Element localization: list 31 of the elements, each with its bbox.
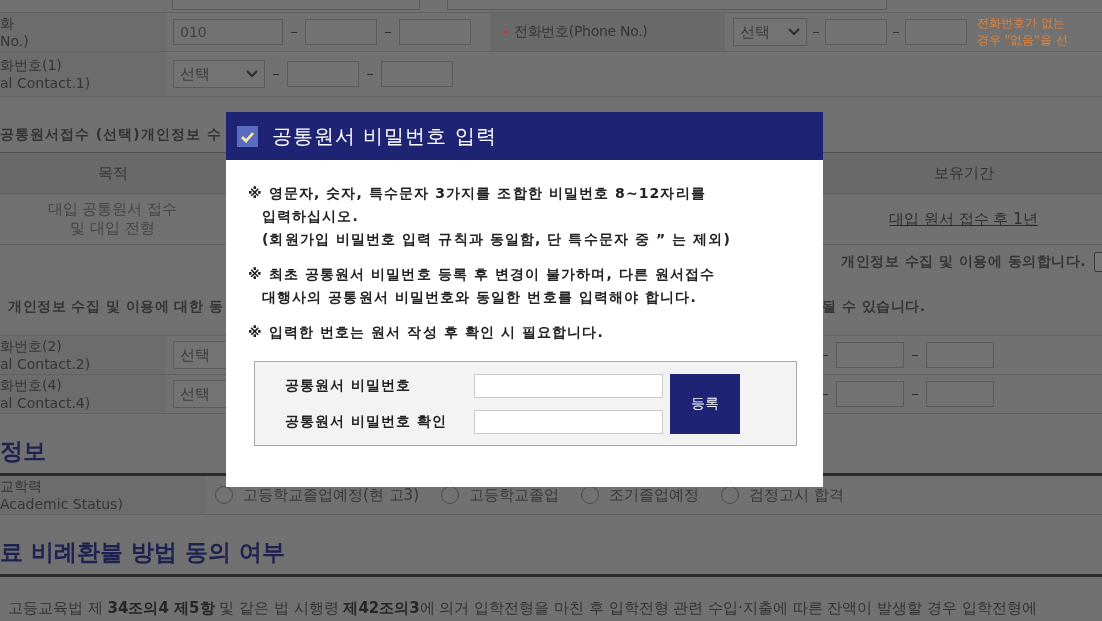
- dash-mark: [813, 31, 819, 33]
- dash-mark: [291, 31, 297, 33]
- instruction-text: ※ 입력한 번호는 원서 작성 후 확인 시 필요합니다.: [248, 323, 605, 342]
- section-heading: 료 비례환불 방법 동의 여부: [0, 515, 1102, 577]
- dash-mark: [912, 393, 918, 395]
- field-label: 공통원서 비밀번호: [285, 376, 412, 395]
- dash-mark: [273, 73, 279, 75]
- hint-text: 전화번호가 없는 경우 "없음"을 선: [977, 15, 1068, 49]
- radio-button[interactable]: [215, 486, 233, 504]
- dash-mark: [367, 73, 373, 75]
- chevron-down-icon: [246, 70, 258, 78]
- chevron-down-icon: [788, 28, 800, 36]
- checkbox-checked-icon: [237, 125, 258, 147]
- notice-text: 될 수 있습니다.: [822, 298, 927, 316]
- instruction-text: ※ 영문자, 숫자, 특수문자 3가지를 조합한 비밀번호 8~12자리를 입력하십시오. (회원가입 비밀번호 입력 규칙과 동일함, 단 특수문자 중 ” 는 제외): [248, 184, 732, 249]
- dash-mark: [893, 31, 899, 33]
- dash-mark: [912, 354, 918, 356]
- dash-mark: [822, 393, 828, 395]
- section-title: 공통원서접수 (선택)개인정보 수: [0, 126, 222, 144]
- dialog-title: 공통원서 비밀번호 입력: [272, 122, 497, 150]
- table-cell: 대입 원서 접수 후 1년: [889, 209, 1038, 228]
- register-button[interactable]: 등록: [670, 373, 740, 434]
- radio-option[interactable]: 고등학교졸업예정(현 고3): [215, 485, 419, 505]
- instruction-text: ※ 최초 공통원서 비밀번호 등록 후 변경이 불가하며, 다른 원서접수 대행사의 공통원서 비밀번호와 동일한 번호를 입력해야 합니다.: [248, 265, 717, 307]
- password-field[interactable]: [474, 409, 663, 434]
- password-field[interactable]: [474, 373, 663, 398]
- paragraph: 고등교육법 제 34조의4 제5항 및 같은 법 시행령 제42조의3에 의거 입학전형을 마친 후 입학전형 관련 수입·지출에 따른 잔액이 발생할 경우 입학전형에: [7, 598, 1038, 618]
- agree-text: 개인정보 수집 및 이용에 동의합니다.: [841, 253, 1086, 271]
- dash-mark: [385, 31, 391, 33]
- field-label: 공통원서 비밀번호 확인: [285, 412, 448, 431]
- dash-mark: [822, 354, 828, 356]
